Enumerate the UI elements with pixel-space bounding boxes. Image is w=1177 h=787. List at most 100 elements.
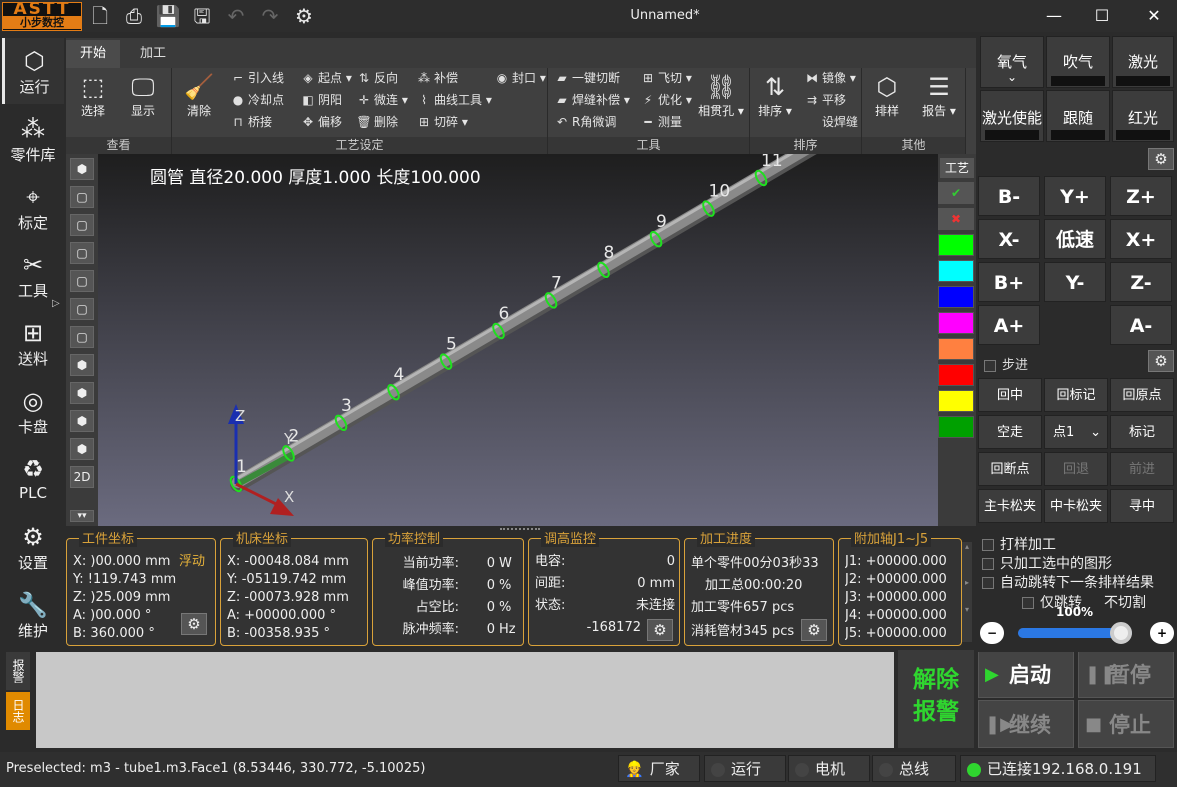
front-icon[interactable]: ▢ bbox=[70, 186, 94, 208]
gear-icon[interactable]: ⚙ bbox=[290, 3, 318, 29]
bridge-button[interactable]: ⊓ 桥接 bbox=[230, 112, 272, 132]
tab-log[interactable]: 日志 bbox=[6, 692, 30, 730]
nav-parts-library[interactable]: ⁂ 零件库 bbox=[2, 106, 64, 172]
nav-feed[interactable]: ⊞ 送料 bbox=[2, 310, 64, 376]
log-area[interactable] bbox=[36, 652, 894, 748]
color-swatch[interactable] bbox=[938, 286, 974, 308]
main-chuck-clamp-button[interactable]: 主卡松夹 bbox=[978, 489, 1042, 523]
cool-point-button[interactable]: ● 冷却点 bbox=[230, 90, 284, 110]
blow-air-button[interactable]: 吹气 bbox=[1046, 36, 1110, 88]
tab-start[interactable]: 开始 bbox=[66, 40, 121, 68]
jog-z-plus[interactable]: Z+ bbox=[1110, 176, 1172, 216]
color-swatch[interactable] bbox=[938, 260, 974, 282]
chevron-down-icon[interactable]: ▾▾ bbox=[70, 510, 94, 522]
point-select[interactable]: 点1 ⌄ bbox=[1044, 415, 1108, 449]
iso4-icon[interactable]: ⬢ bbox=[70, 410, 94, 432]
jog-a-minus[interactable]: A- bbox=[1110, 305, 1172, 345]
3d-viewport[interactable]: 1 2 3 4 5 6 7 8 9 10 11 Z Y X bbox=[98, 154, 938, 526]
back-icon[interactable]: ▢ bbox=[70, 214, 94, 236]
compensation-button[interactable]: ⁂ 补偿 bbox=[416, 68, 458, 88]
lead-line-button[interactable]: ⌐ 引入线 bbox=[230, 68, 284, 88]
auto-jump-checkbox[interactable]: 自动跳转下一条排样结果 bbox=[982, 572, 1154, 592]
undo-icon[interactable]: ↶ bbox=[222, 3, 250, 29]
color-swatch[interactable] bbox=[938, 234, 974, 256]
sample-process-checkbox[interactable]: 打样加工 bbox=[982, 534, 1056, 554]
gear-icon[interactable]: ⚙ bbox=[1148, 148, 1174, 170]
translate-button[interactable]: ⇉ 平移 bbox=[804, 90, 846, 110]
nav-calibrate[interactable]: ⌖ 标定 bbox=[2, 174, 64, 240]
left-icon[interactable]: ▢ bbox=[70, 242, 94, 264]
jog-a-plus[interactable]: A+ bbox=[978, 305, 1040, 345]
right-icon[interactable]: ▢ bbox=[70, 270, 94, 292]
iso2-icon[interactable]: ⬢ bbox=[70, 354, 94, 376]
start-point-button[interactable]: ◈ 起点 ▾ bbox=[300, 68, 351, 88]
select-button[interactable]: ⬚ 选择 bbox=[70, 72, 116, 119]
clear-alarm-button[interactable]: 解除 报警 bbox=[898, 650, 974, 748]
yin-yang-button[interactable]: ◧ 阴阳 bbox=[300, 90, 342, 110]
jog-z-minus[interactable]: Z- bbox=[1110, 262, 1172, 302]
iso5-icon[interactable]: ⬢ bbox=[70, 438, 94, 460]
step-checkbox[interactable]: 步进 bbox=[984, 354, 1028, 373]
gear-icon[interactable]: ⚙ bbox=[801, 619, 827, 641]
iso-cube-icon[interactable]: ⬢ bbox=[70, 158, 94, 180]
tab-alarm[interactable]: 报警 bbox=[6, 652, 30, 690]
one-key-cut-button[interactable]: ▰ 一键切断 bbox=[554, 68, 620, 88]
maximize-button[interactable]: ☐ bbox=[1084, 4, 1120, 28]
check-icon[interactable]: ✔ bbox=[938, 182, 974, 204]
minus-icon[interactable]: − bbox=[980, 622, 1004, 644]
jog-x-minus[interactable]: X- bbox=[978, 219, 1040, 259]
stop-button[interactable]: ■ 停止 bbox=[1078, 700, 1174, 748]
through-hole-button[interactable]: ⛓ 相贯孔 ▾ bbox=[698, 72, 744, 119]
nav-maintain[interactable]: 🔧 维护 bbox=[2, 582, 64, 648]
report-button[interactable]: ☰ 报告 ▾ bbox=[916, 72, 962, 119]
jog-speed[interactable]: 低速 bbox=[1044, 219, 1106, 259]
color-swatch[interactable] bbox=[938, 416, 974, 438]
offset-button[interactable]: ✥ 偏移 bbox=[300, 112, 342, 132]
oxygen-button[interactable]: 氧气 ⌄ bbox=[980, 36, 1044, 88]
return-mark-button[interactable]: 回标记 bbox=[1044, 378, 1108, 412]
top-icon[interactable]: ▢ bbox=[70, 298, 94, 320]
red-light-button[interactable]: 红光 bbox=[1112, 90, 1174, 142]
start-button[interactable]: ▶ 启动 bbox=[978, 650, 1074, 698]
jog-b-minus[interactable]: B- bbox=[978, 176, 1040, 216]
nav-run[interactable]: ⬡ 运行 bbox=[2, 38, 64, 104]
vendor-button[interactable]: 👷 厂家 bbox=[618, 755, 700, 782]
jog-y-minus[interactable]: Y- bbox=[1044, 262, 1106, 302]
cut-button[interactable]: ⊞ 切碎 ▾ bbox=[416, 112, 468, 132]
color-swatch[interactable] bbox=[938, 364, 974, 386]
iso3-icon[interactable]: ⬢ bbox=[70, 382, 94, 404]
jog-y-plus[interactable]: Y+ bbox=[1044, 176, 1106, 216]
mirror-button[interactable]: ⧓ 镜像 ▾ bbox=[804, 68, 856, 88]
new-file-icon[interactable]: 🗋 bbox=[86, 3, 114, 29]
color-swatch[interactable] bbox=[938, 312, 974, 334]
dry-run-button[interactable]: 空走 bbox=[978, 415, 1042, 449]
clear-button[interactable]: 🧹 清除 bbox=[176, 72, 222, 119]
nav-settings[interactable]: ⚙ 设置 bbox=[2, 514, 64, 580]
view-2d-button[interactable]: 2D bbox=[70, 466, 94, 488]
measure-button[interactable]: ━ 测量 bbox=[640, 112, 682, 132]
nest-button[interactable]: ⬡ 排样 bbox=[864, 72, 910, 119]
nav-plc[interactable]: ♻ PLC bbox=[2, 446, 64, 512]
jog-x-plus[interactable]: X+ bbox=[1110, 219, 1172, 259]
weld-comp-button[interactable]: ▰ 焊缝补偿 ▾ bbox=[554, 90, 629, 110]
reverse-button[interactable]: ⇅ 反向 bbox=[356, 68, 398, 88]
back-button[interactable]: 回退 bbox=[1044, 452, 1108, 486]
curve-tool-button[interactable]: ⌇ 曲线工具 ▾ bbox=[416, 90, 492, 110]
gear-icon[interactable]: ⚙ bbox=[181, 613, 207, 635]
speed-slider-knob[interactable] bbox=[1110, 622, 1132, 644]
micro-joint-button[interactable]: ✛ 微连 ▾ bbox=[356, 90, 408, 110]
print-icon[interactable]: ⎙ bbox=[120, 3, 148, 29]
jog-b-plus[interactable]: B+ bbox=[978, 262, 1040, 302]
process-selected-checkbox[interactable]: 只加工选中的图形 bbox=[982, 553, 1112, 573]
seal-button[interactable]: ◉ 封口 ▾ bbox=[494, 68, 546, 88]
optimize-button[interactable]: ⚡ 优化 ▾ bbox=[640, 90, 692, 110]
r-corner-button[interactable]: ↶ R角微调 bbox=[554, 112, 616, 132]
laser-enable-button[interactable]: 激光使能 bbox=[980, 90, 1044, 142]
find-center-button[interactable]: 寻中 bbox=[1110, 489, 1174, 523]
splitter-handle[interactable] bbox=[500, 528, 540, 532]
expand-arrow-icon[interactable]: ▷ bbox=[52, 298, 60, 309]
laser-button[interactable]: 激光 bbox=[1112, 36, 1174, 88]
nav-chuck[interactable]: ◎ 卡盘 bbox=[2, 378, 64, 444]
mid-chuck-clamp-button[interactable]: 中卡松夹 bbox=[1044, 489, 1108, 523]
mark-button[interactable]: 标记 bbox=[1110, 415, 1174, 449]
